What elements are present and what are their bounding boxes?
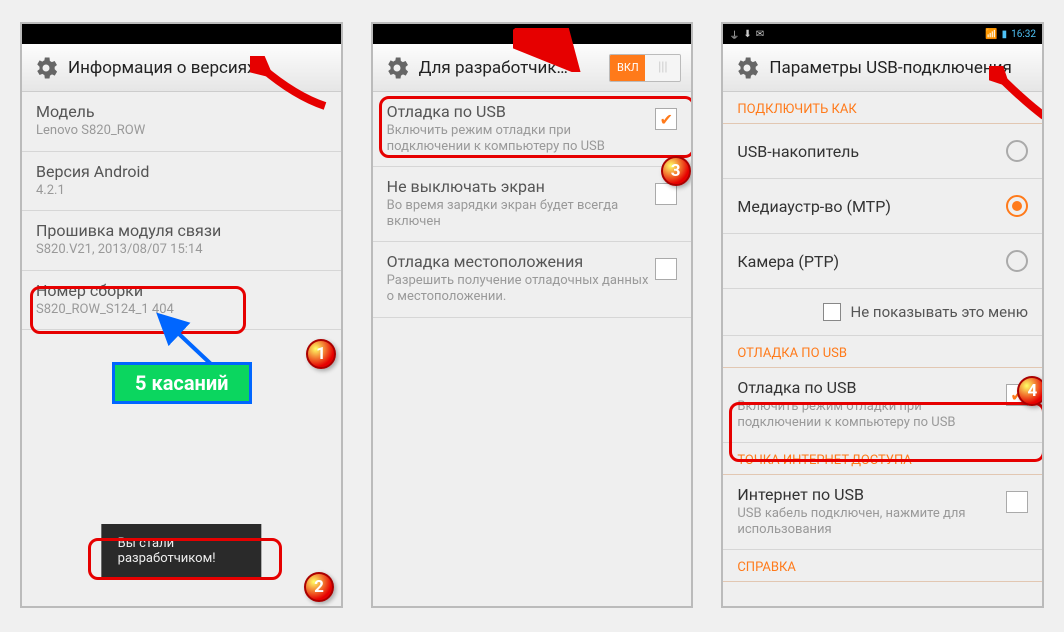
value: S820.V21, 2013/08/07 15:14 bbox=[36, 242, 327, 258]
annotation-badge: 2 bbox=[304, 572, 334, 602]
option-ptp[interactable]: Камера (PTP) bbox=[723, 234, 1042, 289]
description: Разрешить получение отладочных данных о … bbox=[387, 273, 656, 304]
status-bar: ⏚ ⬇ ✉ 📶 ▮ 16:32 bbox=[723, 24, 1042, 44]
page-title: Для разработчик… bbox=[419, 58, 602, 78]
row-build-number[interactable]: Номер сборки S820_ROW_S124_1 404 bbox=[22, 271, 341, 331]
row-usb-tethering[interactable]: Интернет по USB USB кабель подключен, на… bbox=[723, 475, 1042, 550]
label: Модель bbox=[36, 102, 327, 121]
checkbox-icon[interactable] bbox=[823, 303, 841, 321]
label: Камера (PTP) bbox=[737, 252, 1006, 271]
value: Lenovo S820_ROW bbox=[36, 123, 327, 139]
settings-list: Модель Lenovo S820_ROW Версия Android 4.… bbox=[22, 92, 341, 330]
label: Отладка по USB bbox=[387, 102, 656, 121]
label: Версия Android bbox=[36, 162, 327, 181]
download-icon: ⬇ bbox=[743, 29, 751, 40]
row-android-version[interactable]: Версия Android 4.2.1 bbox=[22, 152, 341, 212]
option-mtp[interactable]: Медиаустр-во (MTP) bbox=[723, 179, 1042, 234]
settings-list: Отладка по USB Включить режим отладки пр… bbox=[373, 92, 692, 318]
toggle-off-label: ||| bbox=[645, 55, 680, 81]
checkbox-icon[interactable]: ✔ bbox=[655, 108, 677, 130]
row-usb-debugging[interactable]: Отладка по USB Включить режим отладки пр… bbox=[373, 92, 692, 167]
usb-icon: ⏚ bbox=[729, 27, 739, 42]
toast-message: Вы стали разработчиком! bbox=[102, 524, 261, 578]
section-help: СПРАВКА bbox=[723, 550, 1042, 582]
row-stay-awake[interactable]: Не выключать экран Во время зарядки экра… bbox=[373, 167, 692, 242]
radio-icon[interactable] bbox=[1006, 250, 1028, 272]
label: USB-накопитель bbox=[737, 142, 1006, 161]
battery-icon: ▮ bbox=[1002, 29, 1008, 40]
section-usb-debug: ОТЛАДКА ПО USB bbox=[723, 336, 1042, 368]
status-bar bbox=[373, 24, 692, 44]
page-title: Параметры USB-подключения bbox=[769, 58, 1032, 78]
label: Отладка по USB bbox=[737, 378, 1006, 397]
section-connect-as: ПОДКЛЮЧИТЬ КАК bbox=[723, 92, 1042, 124]
mail-icon: ✉ bbox=[756, 29, 764, 40]
gear-icon bbox=[32, 54, 60, 82]
header: Информация о версиях bbox=[22, 44, 341, 92]
label: Не показывать это меню bbox=[851, 303, 1028, 321]
header: Для разработчик… ВКЛ ||| bbox=[373, 44, 692, 92]
header: Параметры USB-подключения bbox=[723, 44, 1042, 92]
label: Не выключать экран bbox=[387, 177, 656, 196]
row-mock-locations[interactable]: Отладка местоположения Разрешить получен… bbox=[373, 242, 692, 317]
label: Отладка местоположения bbox=[387, 252, 656, 271]
value: 4.2.1 bbox=[36, 183, 327, 199]
checkbox-icon[interactable] bbox=[655, 183, 677, 205]
description: USB кабель подключен, нажмите для исполь… bbox=[737, 506, 1006, 537]
label: Интернет по USB bbox=[737, 485, 1006, 504]
clock: 16:32 bbox=[1011, 29, 1036, 40]
label: Номер сборки bbox=[36, 281, 327, 300]
value: S820_ROW_S124_1 404 bbox=[36, 302, 327, 318]
checkbox-icon[interactable] bbox=[655, 258, 677, 280]
gear-icon bbox=[383, 54, 411, 82]
annotation-hint: 5 касаний bbox=[112, 362, 252, 404]
screen-version-info: Информация о версиях Модель Lenovo S820_… bbox=[20, 22, 343, 608]
toggle-on-label: ВКЛ bbox=[610, 55, 645, 81]
option-dont-show[interactable]: Не показывать это меню bbox=[723, 289, 1042, 336]
row-usb-debugging[interactable]: Отладка по USB Включить режим отладки пр… bbox=[723, 368, 1042, 443]
settings-list: ПОДКЛЮЧИТЬ КАК USB-накопитель Медиаустр-… bbox=[723, 92, 1042, 582]
master-toggle[interactable]: ВКЛ ||| bbox=[609, 54, 681, 82]
screen-usb-connection: ⏚ ⬇ ✉ 📶 ▮ 16:32 Параметры USB-подключени… bbox=[721, 22, 1044, 608]
status-bar bbox=[22, 24, 341, 44]
description: Во время зарядки экран будет всегда вклю… bbox=[387, 198, 656, 229]
section-tether: ТОЧКА ИНТЕРНЕТ-ДОСТУПА bbox=[723, 443, 1042, 475]
row-baseband[interactable]: Прошивка модуля связи S820.V21, 2013/08/… bbox=[22, 211, 341, 271]
annotation-badge: 4 bbox=[1017, 376, 1044, 406]
page-title: Информация о версиях bbox=[68, 58, 331, 78]
annotation-badge: 1 bbox=[306, 339, 336, 369]
label: Медиаустр-во (MTP) bbox=[737, 197, 1006, 216]
checkbox-icon[interactable] bbox=[1006, 491, 1028, 513]
description: Включить режим отладки при подключении к… bbox=[387, 123, 656, 154]
gear-icon bbox=[733, 54, 761, 82]
screen-developer-options: Для разработчик… ВКЛ ||| Отладка по USB … bbox=[371, 22, 694, 608]
row-model[interactable]: Модель Lenovo S820_ROW bbox=[22, 92, 341, 152]
option-usb-storage[interactable]: USB-накопитель bbox=[723, 124, 1042, 179]
annotation-badge: 3 bbox=[661, 156, 691, 186]
radio-icon[interactable] bbox=[1006, 140, 1028, 162]
wifi-icon: 📶 bbox=[985, 29, 997, 40]
description: Включить режим отладки при подключении к… bbox=[737, 399, 1006, 430]
radio-icon[interactable] bbox=[1006, 195, 1028, 217]
label: Прошивка модуля связи bbox=[36, 221, 327, 240]
